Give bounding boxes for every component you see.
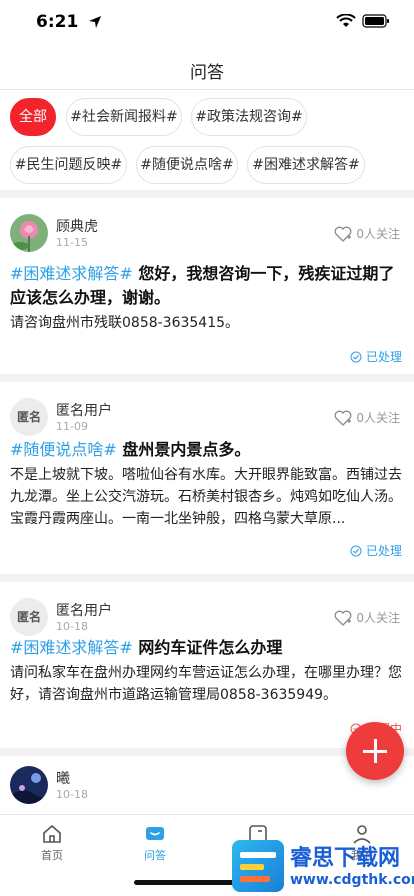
follow-button[interactable]: 0人关注 [334,609,400,626]
tab-label: 首页 [41,849,63,862]
watermark-logo-icon [232,840,284,892]
heart-plus-icon [334,610,352,626]
check-circle-icon [350,545,362,556]
chip-all[interactable]: 全部 [10,98,56,136]
status-time: 6:21 [36,12,79,32]
post-tag[interactable]: #困难述求解答# [10,638,133,657]
user-name: 匿名用户 [56,403,112,419]
user-name: 顾典虎 [56,219,98,235]
avatar[interactable]: 匿名 [10,598,48,636]
wifi-icon [336,14,356,27]
follow-button[interactable]: 0人关注 [334,409,400,426]
post-body: 请咨询盘州市残联0858-3635415。 [10,315,240,331]
post-title[interactable]: #困难述求解答# 网约车证件怎么办理 [10,636,402,660]
add-question-button[interactable] [346,722,404,780]
tab-qa[interactable]: 问答 [115,819,195,869]
follow-count: 0人关注 [356,411,400,425]
tab-label: 问答 [144,849,166,862]
nav-bar: 问答 [0,46,414,90]
watermark-title: 睿思下载网 [290,846,401,871]
post-title-text: 网约车证件怎么办理 [132,638,283,657]
avatar[interactable]: 匿名 [10,398,48,436]
avatar[interactable] [10,766,48,804]
post-card[interactable]: 匿名 匿名用户 10-18 0人关注 #困难述求解答# 网约车证件怎么办理 请问… [0,582,414,748]
status-badge: 已处理 [350,542,402,559]
post-title[interactable]: #随便说点啥# 盘州景内景点多。 [10,438,402,462]
location-arrow-icon [89,16,101,28]
heart-plus-icon [334,226,352,242]
status-text: 已处理 [365,350,402,364]
status-bar: 6:21 [0,0,414,46]
post-date: 11-15 [56,236,88,249]
user-name: 曦 [56,771,70,787]
watermark-url: www.cdgthk.com [290,872,414,888]
status-text: 已处理 [365,544,402,558]
follow-count: 0人关注 [356,227,400,241]
status-badge: 已处理 [350,348,402,365]
post-title-text: 盘州景内景点多。 [116,440,251,459]
filter-chips: 全部 #社会新闻报料# #政策法规咨询# #民生问题反映# #随便说点啥# #困… [0,90,414,190]
avatar[interactable] [10,214,48,252]
post-body: 不是上坡就下坡。嗒啦仙谷有水库。大开眼界能致富。西铺过去九龙潭。坐上公交汽游玩。… [10,467,402,527]
post-tag[interactable]: #困难述求解答# [10,264,133,283]
chip-policy[interactable]: #政策法规咨询# [191,98,307,136]
page-title: 问答 [190,63,224,83]
watermark: 睿思下载网 www.cdgthk.com [230,836,414,896]
post-date: 10-18 [56,788,88,801]
battery-icon [362,14,389,28]
post-date: 11-09 [56,420,88,433]
chip-difficulty[interactable]: #困难述求解答# [247,146,365,184]
chip-livelihood[interactable]: #民生问题反映# [10,146,127,184]
chip-casual[interactable]: #随便说点啥# [136,146,238,184]
post-tag[interactable]: #随便说点啥# [10,440,117,459]
follow-count: 0人关注 [356,611,400,625]
user-name: 匿名用户 [56,603,112,619]
post-card[interactable]: 顾典虎 11-15 0人关注 #困难述求解答# 您好，我想咨询一下，残疾证过期了… [0,198,414,374]
home-icon [43,825,61,843]
post-body: 请问私家车在盘州办理网约车营运证怎么办理，在哪里办理？您好，请咨询盘州市道路运输… [10,665,402,703]
chip-social-news[interactable]: #社会新闻报料# [66,98,182,136]
heart-plus-icon [334,410,352,426]
post-date: 10-18 [56,620,88,633]
tab-home[interactable]: 首页 [12,819,92,869]
post-card[interactable]: 匿名 匿名用户 11-09 0人关注 #随便说点啥# 盘州景内景点多。 不是上坡… [0,382,414,574]
follow-button[interactable]: 0人关注 [334,225,400,242]
check-circle-icon [350,351,362,362]
post-title[interactable]: #困难述求解答# 您好，我想咨询一下，残疾证过期了应该怎么办理，谢谢。 [10,262,402,310]
chat-icon [146,827,164,840]
